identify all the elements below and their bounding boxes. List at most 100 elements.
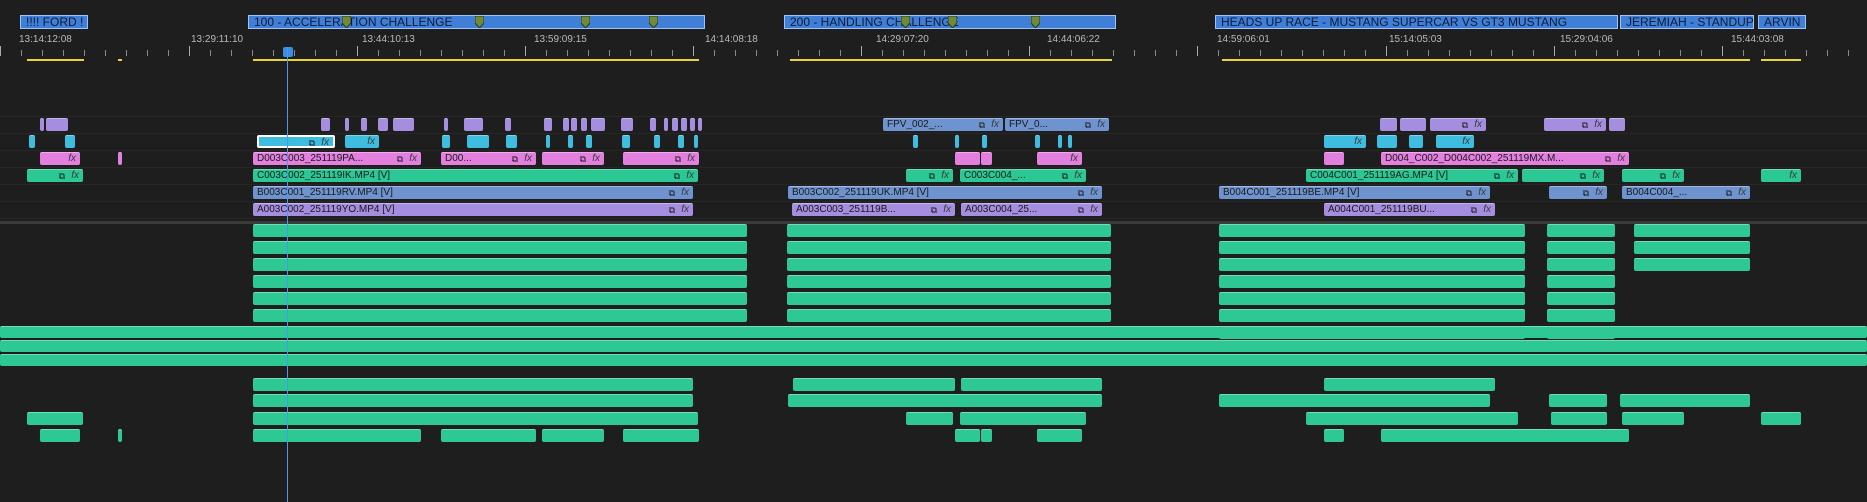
- audio-clip[interactable]: [1622, 412, 1684, 425]
- video-clip[interactable]: fx: [1324, 135, 1366, 148]
- video-clip[interactable]: [1400, 118, 1426, 131]
- marker-pin-icon[interactable]: [649, 16, 658, 28]
- audio-clip[interactable]: [1547, 309, 1615, 322]
- video-clip[interactable]: ⧉ fx: [1622, 169, 1684, 182]
- video-clip[interactable]: [361, 118, 367, 131]
- video-clip[interactable]: [464, 118, 483, 131]
- video-clip[interactable]: [1377, 135, 1397, 148]
- video-clip[interactable]: [672, 118, 678, 131]
- audio-clip[interactable]: [253, 241, 747, 254]
- video-clip-b003c001[interactable]: B003C001_251119RV.MP4 [V] ⧉ fx: [253, 186, 693, 199]
- video-clip[interactable]: [1380, 118, 1397, 131]
- marker-ford[interactable]: !!!! FORD !: [20, 15, 88, 29]
- video-clip-fpv-0[interactable]: FPV_0... ⧉ fx: [1005, 118, 1109, 131]
- video-clip[interactable]: [981, 152, 992, 165]
- audio-clip[interactable]: [787, 241, 1111, 254]
- audio-clip[interactable]: [1620, 394, 1750, 407]
- video-clip[interactable]: [955, 152, 980, 165]
- audio-clip[interactable]: [253, 258, 747, 271]
- audio-clip[interactable]: [27, 412, 83, 425]
- video-clip-c003c002[interactable]: C003C002_251119IK.MP4 [V] ⧉ fx: [253, 169, 698, 182]
- audio-clip[interactable]: [787, 275, 1111, 288]
- audio-clip[interactable]: [787, 224, 1111, 237]
- video-clip[interactable]: [378, 118, 388, 131]
- audio-clip[interactable]: [955, 429, 980, 442]
- video-clip[interactable]: [591, 118, 605, 131]
- video-clip[interactable]: fx: [40, 152, 80, 165]
- audio-clip[interactable]: [1549, 394, 1607, 407]
- audio-clip[interactable]: [1324, 429, 1344, 442]
- video-clip-b003c002[interactable]: B003C002_251119UK.MP4 [V] ⧉ fx: [788, 186, 1102, 199]
- audio-clip[interactable]: [0, 340, 1867, 352]
- audio-clip[interactable]: [1547, 275, 1615, 288]
- marker-pin-icon[interactable]: [948, 16, 957, 28]
- video-clip-a003c004[interactable]: A003C004_25... ⧉ fx: [961, 203, 1102, 216]
- video-clip[interactable]: [505, 118, 511, 131]
- work-area-bar[interactable]: [1761, 59, 1801, 61]
- video-clip[interactable]: [345, 118, 349, 131]
- video-clip[interactable]: [955, 135, 959, 148]
- work-area-bar[interactable]: [1222, 59, 1750, 61]
- timeline-panel[interactable]: !!!! FORD ! 100 - ACCELERATION CHALLENGE…: [0, 0, 1867, 502]
- video-clip[interactable]: [681, 118, 687, 131]
- audio-clip[interactable]: [40, 429, 80, 442]
- audio-clip[interactable]: [253, 412, 698, 425]
- video-clip-a003c003[interactable]: A003C003_251119B... ⧉ fx: [792, 203, 955, 216]
- video-clip[interactable]: [1058, 135, 1062, 148]
- audio-clip[interactable]: [623, 429, 699, 442]
- audio-clip[interactable]: [1551, 412, 1607, 425]
- playhead-line[interactable]: [287, 47, 288, 502]
- video-clip[interactable]: [586, 135, 592, 148]
- video-clip[interactable]: [650, 118, 656, 131]
- audio-clip[interactable]: [1547, 241, 1615, 254]
- video-clip[interactable]: [40, 118, 44, 131]
- video-clip-a003c002[interactable]: A003C002_251119YO.MP4 [V] ⧉ fx: [253, 203, 693, 216]
- video-clip[interactable]: [563, 118, 569, 131]
- audio-clip[interactable]: [253, 378, 693, 391]
- marker-pin-icon[interactable]: [1031, 16, 1040, 28]
- marker-arvin[interactable]: ARVIN: [1758, 15, 1806, 29]
- video-clip[interactable]: [621, 118, 633, 131]
- video-clip[interactable]: [65, 135, 75, 148]
- work-area-bar[interactable]: [27, 59, 84, 61]
- marker-jeremiah-standup[interactable]: JEREMIAH - STANDUP: [1620, 15, 1754, 29]
- audio-clip[interactable]: [788, 394, 1102, 407]
- video-clip[interactable]: fx: [1436, 135, 1474, 148]
- video-clip[interactable]: [444, 118, 448, 131]
- audio-clip[interactable]: [253, 429, 421, 442]
- audio-clip[interactable]: [441, 429, 536, 442]
- audio-clip[interactable]: [1219, 258, 1525, 271]
- audio-clip[interactable]: [787, 292, 1111, 305]
- video-clip-b004c004[interactable]: B004C004_... ⧉ fx: [1622, 186, 1750, 199]
- audio-clip[interactable]: [118, 429, 122, 442]
- audio-clip[interactable]: [1634, 241, 1750, 254]
- marker-pin-icon[interactable]: [475, 16, 484, 28]
- video-clip-b004c001[interactable]: B004C001_251119BE.MP4 [V] ⧉ fx: [1219, 186, 1490, 199]
- video-clip[interactable]: [664, 118, 668, 131]
- playhead-handle[interactable]: [283, 47, 293, 57]
- video-clip[interactable]: [118, 152, 122, 165]
- video-clip[interactable]: [1035, 135, 1040, 148]
- audio-clip[interactable]: [793, 378, 955, 391]
- video-clip[interactable]: fx: [345, 135, 379, 148]
- audio-clip[interactable]: [1547, 224, 1615, 237]
- video-clip[interactable]: [622, 135, 630, 148]
- video-clip-a004c001[interactable]: A004C001_251119BU... ⧉ fx: [1324, 203, 1495, 216]
- video-clip[interactable]: [1409, 135, 1423, 148]
- video-clip[interactable]: [982, 135, 987, 148]
- video-clip[interactable]: [694, 135, 698, 148]
- video-clip-d00[interactable]: D00... ⧉ fx: [441, 152, 536, 165]
- work-area-bar[interactable]: [118, 59, 122, 61]
- audio-clip[interactable]: [981, 429, 992, 442]
- video-clip[interactable]: [568, 135, 573, 148]
- audio-clip[interactable]: [542, 429, 604, 442]
- audio-clip[interactable]: [1761, 412, 1801, 425]
- audio-clip[interactable]: [253, 309, 747, 322]
- audio-clip[interactable]: [961, 378, 1102, 391]
- video-clip-c003c004[interactable]: C003C004_... ⧉ fx: [960, 169, 1086, 182]
- video-clip[interactable]: [698, 118, 702, 131]
- audio-clip[interactable]: [0, 326, 1867, 338]
- audio-clip[interactable]: [1634, 224, 1750, 237]
- video-clip[interactable]: [506, 135, 517, 148]
- video-clip[interactable]: [46, 118, 68, 131]
